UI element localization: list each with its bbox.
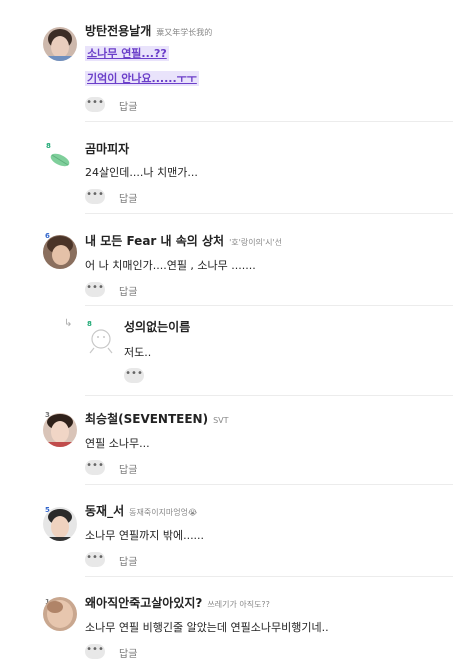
comment-text: 연필 소나무...: [85, 437, 150, 450]
more-options-button[interactable]: •••: [85, 552, 105, 567]
more-options-button[interactable]: •••: [85, 282, 105, 297]
reply-button[interactable]: 답글: [119, 190, 137, 205]
user-tag: SVT: [213, 416, 229, 425]
comment-text: 저도..: [124, 346, 152, 359]
more-options-button[interactable]: •••: [85, 189, 105, 204]
comment-line[interactable]: 기억이 안나요......ㅜㅜ: [85, 71, 199, 86]
comment-text: 소나무 연필까지 밖에......: [85, 529, 205, 542]
comment-list: { "ui": { "more_glyph": "•••", "reply_gl…: [0, 0, 453, 669]
username[interactable]: 내 모든 Fear 내 속의 상처: [85, 234, 224, 248]
divider: [85, 213, 453, 214]
reply-button[interactable]: 답글: [119, 645, 137, 660]
more-options-button[interactable]: •••: [85, 97, 105, 112]
comment-text: 기억이 안나요......ㅜㅜ: [85, 70, 199, 86]
avatar[interactable]: [84, 322, 118, 356]
divider: [85, 305, 453, 306]
user-tag: 동재죽이지마엉엉😭: [129, 508, 198, 517]
reply-button[interactable]: 답글: [119, 553, 137, 568]
reply-button[interactable]: 답글: [119, 98, 137, 113]
reply-button[interactable]: 답글: [119, 461, 137, 476]
divider: [85, 121, 453, 122]
username[interactable]: 곰마피자: [85, 142, 129, 156]
user-tag: '호'랑이의'시'선: [229, 238, 283, 247]
reply-button[interactable]: 답글: [119, 283, 137, 298]
divider: [85, 484, 453, 485]
comment-text: 소나무 연필 비행긴줄 알았는데 연필소나무비행기네..: [85, 621, 329, 634]
user-tag: 粟又年学长我的: [156, 28, 213, 37]
comment-text: 소나무 연필...??: [85, 45, 169, 61]
avatar[interactable]: [43, 235, 77, 269]
username[interactable]: 왜아직안죽고살아있지?: [85, 596, 202, 610]
avatar[interactable]: [45, 146, 79, 180]
comment-line[interactable]: 소나무 연필...??: [85, 46, 169, 61]
reply-arrow-icon: ↳: [64, 318, 73, 329]
user-tag: 쓰레기가 아직도??: [207, 600, 270, 609]
comment-text: 어 나 치매인가....연필 , 소나무 .......: [85, 259, 256, 272]
divider: [85, 395, 453, 396]
username[interactable]: 동재_서: [85, 504, 124, 518]
comment-text: 24살인데....나 치맨가...: [85, 166, 198, 179]
more-options-button[interactable]: •••: [85, 460, 105, 475]
avatar[interactable]: [43, 507, 77, 541]
username[interactable]: 성의없는이름: [124, 320, 190, 334]
username[interactable]: 최승철(SEVENTEEN): [85, 412, 208, 426]
username[interactable]: 방탄전용날개: [85, 24, 151, 38]
more-options-button[interactable]: •••: [124, 368, 144, 383]
avatar[interactable]: [43, 597, 77, 631]
avatar[interactable]: [43, 413, 77, 447]
divider: [85, 576, 453, 577]
avatar[interactable]: [43, 27, 77, 61]
more-options-button[interactable]: •••: [85, 644, 105, 659]
